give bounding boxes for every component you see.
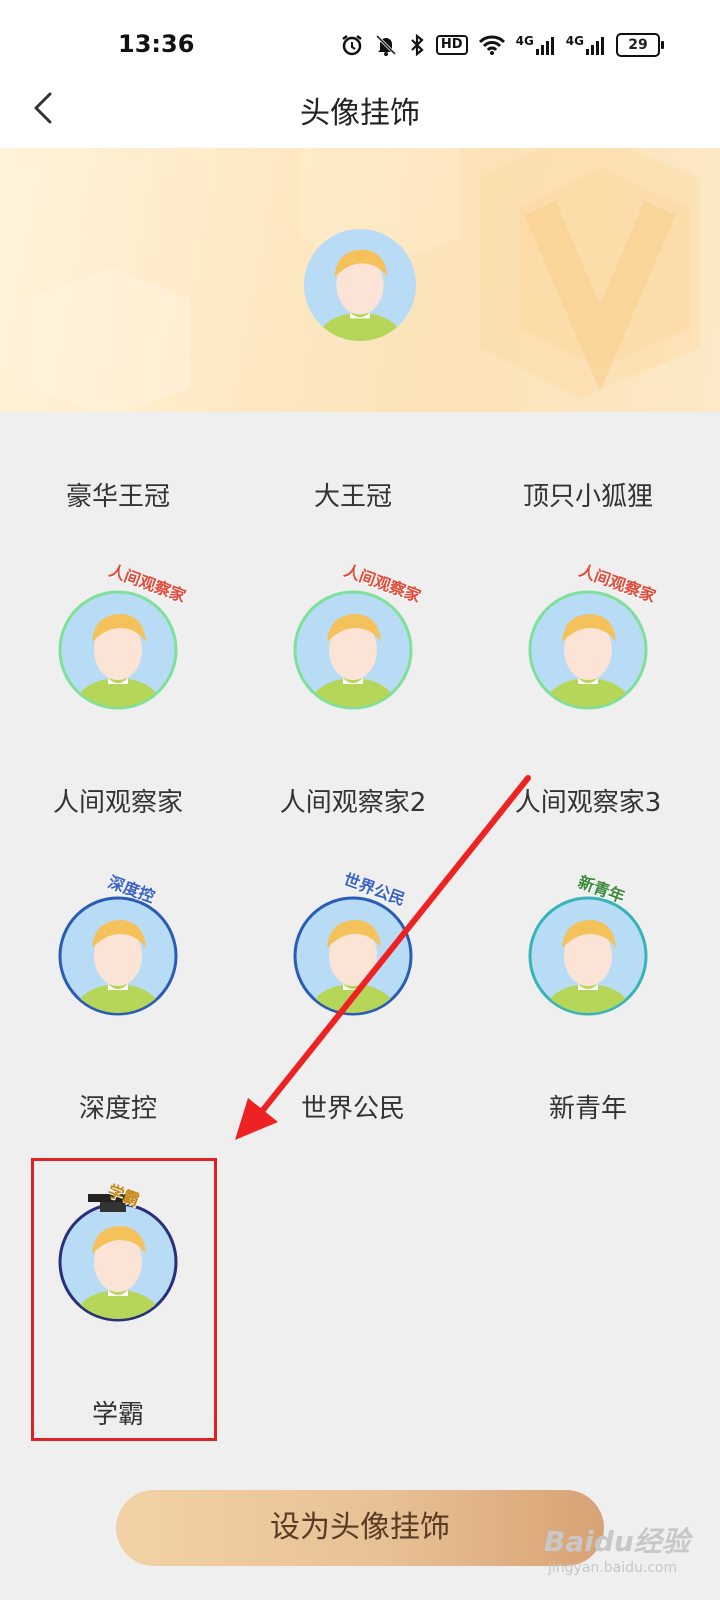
watermark-logo: Baidu经验 xyxy=(544,1525,690,1558)
set-pendant-button[interactable]: 设为头像挂饰 xyxy=(116,1490,604,1566)
watermark-url: jingyan.baidu.com xyxy=(548,1560,678,1576)
annotation-arrow xyxy=(235,775,531,1140)
